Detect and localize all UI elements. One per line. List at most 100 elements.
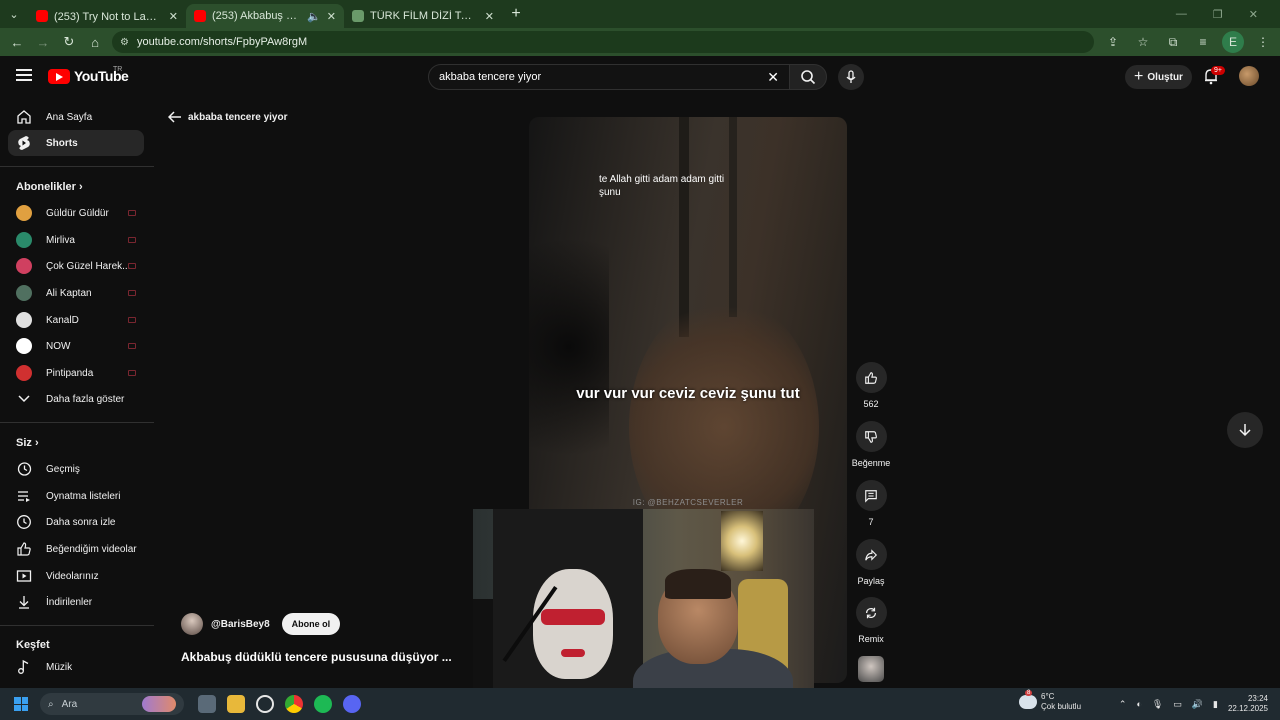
forward-icon[interactable]: → xyxy=(32,31,54,53)
voice-search-button[interactable] xyxy=(838,64,864,90)
tab-search-chevron-icon[interactable]: ⌄ xyxy=(0,0,28,28)
channel-avatar xyxy=(16,205,32,221)
close-tab-icon[interactable]: ✕ xyxy=(485,10,494,23)
sidebar-item-history[interactable]: Geçmiş xyxy=(8,456,144,482)
video-caption-top: te Allah gitti adam adam gitti şunu xyxy=(599,174,725,198)
sidebar-show-more[interactable]: Daha fazla göster xyxy=(8,386,144,412)
discord-icon[interactable] xyxy=(343,695,361,713)
sidebar-item-playlists[interactable]: Oynatma listeleri xyxy=(8,483,144,509)
comments-action: 7 xyxy=(848,480,894,527)
sidebar-item-subscription[interactable]: Güldür Güldür xyxy=(8,200,144,226)
close-tab-icon[interactable]: ✕ xyxy=(327,10,336,23)
task-view-icon[interactable] xyxy=(198,695,216,713)
youtube-logo[interactable]: YouTube TR xyxy=(48,66,129,84)
dislike-button[interactable] xyxy=(855,421,887,452)
sidebar-item-subscription[interactable]: KanalD xyxy=(8,307,144,333)
install-app-icon[interactable]: ⇪ xyxy=(1102,31,1124,53)
spotify-icon[interactable] xyxy=(314,695,332,713)
minimize-icon[interactable]: — xyxy=(1176,8,1187,21)
search-input[interactable]: akbaba tencere yiyor ✕ xyxy=(428,64,790,90)
weather-widget[interactable]: 8 6°C Çok bulutlu xyxy=(1019,689,1081,711)
arrow-left-icon xyxy=(168,111,181,123)
windows-taskbar: ⌕ Ara ⌃ ◐ 🎙 ▭ 🔊 ▮ 23:24 22.12.2025 xyxy=(0,688,1280,720)
file-explorer-icon[interactable] xyxy=(227,695,245,713)
arrow-down-icon xyxy=(1239,424,1251,437)
profile-avatar[interactable]: E xyxy=(1222,31,1244,53)
subscribe-button[interactable]: Abone ol xyxy=(281,613,341,635)
reload-icon[interactable]: ↻ xyxy=(58,31,80,53)
microphone-icon[interactable]: 🎙 xyxy=(1152,699,1163,710)
audio-source-thumbnail[interactable] xyxy=(858,656,884,682)
browser-tab[interactable]: TÜRK FİLM DİZİ TARİHİNDEKİ EN ✕ xyxy=(344,4,502,28)
channel-avatar[interactable] xyxy=(181,613,203,635)
windows-start-icon[interactable] xyxy=(14,697,28,711)
channel-handle[interactable]: @BarisBey8 xyxy=(211,619,270,630)
wall-lamp xyxy=(721,511,763,571)
channel-avatar xyxy=(16,258,32,274)
dislike-action: Beğenme xyxy=(848,421,894,468)
menu-kebab-icon[interactable]: ⋮ xyxy=(1252,31,1274,53)
battery-icon[interactable]: ▮ xyxy=(1213,699,1218,710)
window-controls: — ❐ ✕ xyxy=(1176,8,1280,21)
restore-icon[interactable]: ❐ xyxy=(1213,8,1223,21)
video-frame-door xyxy=(729,117,737,317)
sidebar-item-subscription[interactable]: Çok Güzel Harek... xyxy=(8,253,144,279)
sidebar-item-your-videos[interactable]: Videolarınız xyxy=(8,563,144,589)
clear-search-icon[interactable]: ✕ xyxy=(767,69,779,86)
bookmark-star-icon[interactable]: ☆ xyxy=(1132,31,1154,53)
create-button[interactable]: + Oluştur xyxy=(1125,65,1192,89)
back-to-results-link[interactable]: akbaba tencere yiyor xyxy=(168,111,288,123)
sidebar-item-home[interactable]: Ana Sayfa xyxy=(8,104,144,130)
sidebar-item-subscription[interactable]: Pintipanda xyxy=(8,360,144,386)
channel-avatar xyxy=(16,338,32,354)
taskbar-search[interactable]: ⌕ Ara xyxy=(40,693,184,715)
live-indicator-icon xyxy=(128,290,136,296)
hamburger-menu-icon[interactable] xyxy=(16,69,32,81)
sidebar-item-watch-later[interactable]: Daha sonra izle xyxy=(8,509,144,535)
subscriptions-heading[interactable]: Abonelikler › xyxy=(16,181,83,193)
video-frame-door xyxy=(679,117,689,337)
sidebar-item-downloads[interactable]: İndirilenler xyxy=(8,589,144,615)
short-title[interactable]: Akbabuş düdüklü tencere pususuna düşüyor… xyxy=(181,650,452,664)
media-controls-icon[interactable]: ≡ xyxy=(1192,31,1214,53)
share-button[interactable] xyxy=(855,539,887,570)
sidebar-item-shorts[interactable]: Shorts xyxy=(8,130,144,156)
channel-avatar xyxy=(16,232,32,248)
browser-tab-active[interactable]: (253) Akbabuş düdüklü tencere pusu 🔈 ✕ xyxy=(186,4,344,28)
search-button[interactable] xyxy=(789,64,827,90)
sidebar-item-music[interactable]: Müzik xyxy=(8,654,144,680)
sidebar-item-subscription[interactable]: Ali Kaptan xyxy=(8,280,144,306)
tray-app-icon[interactable]: ◐ xyxy=(1136,699,1141,709)
new-tab-button[interactable]: + xyxy=(502,5,530,23)
account-avatar[interactable] xyxy=(1239,66,1259,86)
streamer-hair xyxy=(665,569,731,599)
chrome-icon[interactable] xyxy=(285,695,303,713)
thumbs-up-icon xyxy=(865,371,877,384)
extensions-icon[interactable]: ⧉ xyxy=(1162,31,1184,53)
like-button[interactable] xyxy=(855,362,887,393)
browser-tab[interactable]: (253) Try Not to Laugh 🥴 Top ✕ xyxy=(28,4,186,28)
tray-overflow-icon[interactable]: ⌃ xyxy=(1119,699,1127,710)
explore-heading: Keşfet xyxy=(16,639,50,651)
next-short-button[interactable] xyxy=(1227,412,1263,448)
address-bar[interactable]: ⚙ youtube.com/shorts/FpbyPAw8rgM xyxy=(112,31,1094,53)
speaker-icon[interactable]: 🔈 xyxy=(307,10,321,23)
sidebar-item-liked-videos[interactable]: Beğendiğim videolar xyxy=(8,536,144,562)
remix-button[interactable] xyxy=(855,597,887,628)
like-icon xyxy=(16,541,32,557)
site-info-icon[interactable]: ⚙ xyxy=(120,37,129,48)
chatgpt-icon[interactable] xyxy=(256,695,274,713)
sidebar-item-subscription[interactable]: NOW xyxy=(8,333,144,359)
window-close-icon[interactable]: ✕ xyxy=(1249,8,1258,21)
volume-icon[interactable]: 🔊 xyxy=(1192,699,1203,710)
sidebar-item-subscription[interactable]: Mirliva xyxy=(8,227,144,253)
home-icon[interactable]: ⌂ xyxy=(84,31,106,53)
back-icon[interactable]: ← xyxy=(6,31,28,53)
clock[interactable]: 23:24 22.12.2025 xyxy=(1228,694,1268,715)
comments-button[interactable] xyxy=(855,480,887,511)
close-tab-icon[interactable]: ✕ xyxy=(169,10,178,23)
divider xyxy=(0,625,154,626)
network-icon[interactable]: ▭ xyxy=(1173,699,1182,710)
you-heading[interactable]: Siz › xyxy=(16,437,39,449)
music-icon xyxy=(16,659,32,675)
